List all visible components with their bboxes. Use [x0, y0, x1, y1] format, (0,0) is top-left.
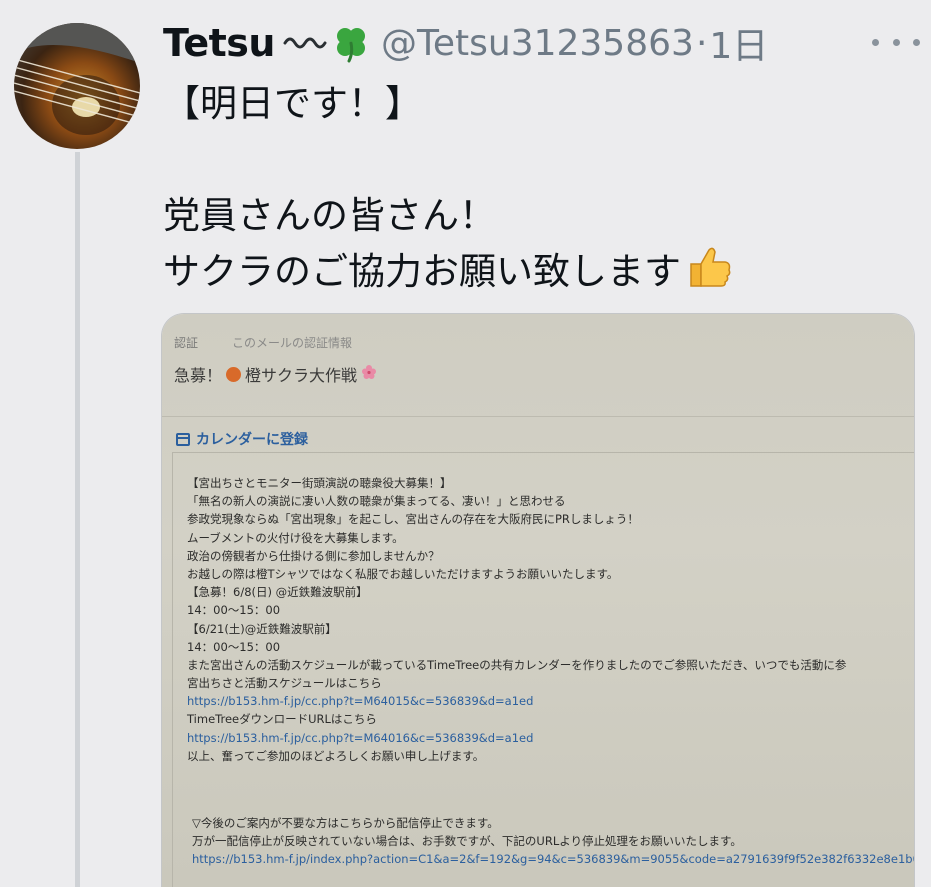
- unsubscribe-link[interactable]: https://b153.hm-f.jp/index.php?action=C1…: [192, 850, 914, 868]
- body-line: 【宮出ちさとモニター街頭演説の聴衆役大募集！】: [187, 476, 452, 490]
- body-line: 「無名の新人の演説に凄い人数の聴衆が集まってる、凄い！」と思わせる: [187, 494, 566, 509]
- thumbs-up-icon: [685, 244, 733, 306]
- tweet-time[interactable]: 1日: [709, 17, 768, 69]
- body-line: 【急募！6/8(日) @近鉄難波駅前】: [187, 585, 368, 600]
- user-handle[interactable]: @Tetsu31235863: [381, 23, 694, 64]
- tweet-line: 【明日です！】: [163, 82, 422, 125]
- guitar-photo-icon: [14, 23, 140, 135]
- body-line: TimeTreeダウンロードURLはこちら: [187, 712, 377, 727]
- body-line: 参政党現象ならぬ「宮出現象」を起こし、宮出さんの存在を大阪府民にPRしましょう！: [187, 512, 639, 527]
- wavy-dash-icon: [283, 33, 327, 53]
- email-screenshot-image[interactable]: 認証 このメールの認証情報 急募！ 橙サクラ大作戦 カレンダーに登録 【宮出ちさ…: [162, 314, 914, 887]
- avatar[interactable]: [14, 23, 140, 149]
- four-leaf-clover-icon: [331, 23, 371, 63]
- footer-line: 万が一配信停止が反映されていない場合は、お手数ですが、下記のURLより停止処理を…: [192, 834, 742, 848]
- cherry-blossom-icon: [361, 364, 377, 384]
- body-line: 宮出ちさと活動スケジュールはこちら: [187, 676, 382, 691]
- timetree-download-link[interactable]: https://b153.hm-f.jp/cc.php?t=M64016&c=5…: [187, 729, 846, 747]
- tweet-text: 【明日です！】 党員さんの皆さん！ サクラのご協力お願い致します: [163, 76, 903, 300]
- body-line: 14：00〜15：00: [187, 639, 281, 654]
- email-footer: ▽今後のご案内が不要な方はこちらから配信停止できます。 万が一配信停止が反映され…: [192, 814, 914, 868]
- body-line: 14：00〜15：00: [187, 603, 281, 618]
- footer-line: ▽今後のご案内が不要な方はこちらから配信停止できます。: [192, 816, 499, 830]
- more-options-icon[interactable]: [872, 30, 920, 54]
- email-subject-prefix: 急募！: [174, 366, 223, 385]
- body-line: ムーブメントの火付け役を大募集します。: [187, 530, 404, 545]
- body-line: 【6/21(土)@近鉄難波駅前】: [187, 621, 337, 636]
- email-tab-auth-info: このメールの認証情報: [232, 336, 353, 350]
- body-line: お越しの際は橙Tシャツではなく私服でお越しいただけますようお願いいたします。: [187, 566, 619, 581]
- email-body: 【宮出ちさとモニター街頭演説の聴衆役大募集！】 「無名の新人の演説に凄い人数の聴…: [187, 474, 846, 765]
- tweet-line-with-emoji: サクラのご協力お願い致します: [163, 244, 903, 300]
- email-subject: 急募！ 橙サクラ大作戦: [174, 362, 377, 386]
- tweet-line: サクラのご協力お願い致します: [163, 250, 681, 293]
- orange-circle-icon: [226, 366, 242, 382]
- email-tab-auth: 認証: [174, 336, 199, 350]
- calendar-label: カレンダーに登録: [196, 432, 308, 448]
- email-divider: [162, 416, 914, 417]
- tweet[interactable]: Tetsu @Tetsu31235863 · 1日 【明日です！】 党員さんの皆…: [0, 0, 931, 887]
- thread-line: [75, 152, 80, 887]
- schedule-link[interactable]: https://b153.hm-f.jp/cc.php?t=M64015&c=5…: [187, 692, 846, 710]
- email-subject-main: 橙サクラ大作戦: [245, 366, 358, 385]
- display-name[interactable]: Tetsu: [163, 21, 275, 65]
- tweet-line: 党員さんの皆さん！: [163, 194, 496, 237]
- separator-dot: ·: [695, 22, 708, 64]
- calendar-icon: [176, 432, 190, 446]
- body-line: 政治の傍観者から仕掛ける側に参加しませんか？: [187, 548, 440, 563]
- body-line: また宮出さんの活動スケジュールが載っているTimeTreeの共有カレンダーを作り…: [187, 657, 847, 672]
- body-line: 以上、奮ってご参加のほどよろしくお願い申し上げます。: [187, 748, 485, 763]
- tweet-header: Tetsu @Tetsu31235863 · 1日: [163, 18, 768, 68]
- add-to-calendar-link[interactable]: カレンダーに登録: [176, 429, 308, 449]
